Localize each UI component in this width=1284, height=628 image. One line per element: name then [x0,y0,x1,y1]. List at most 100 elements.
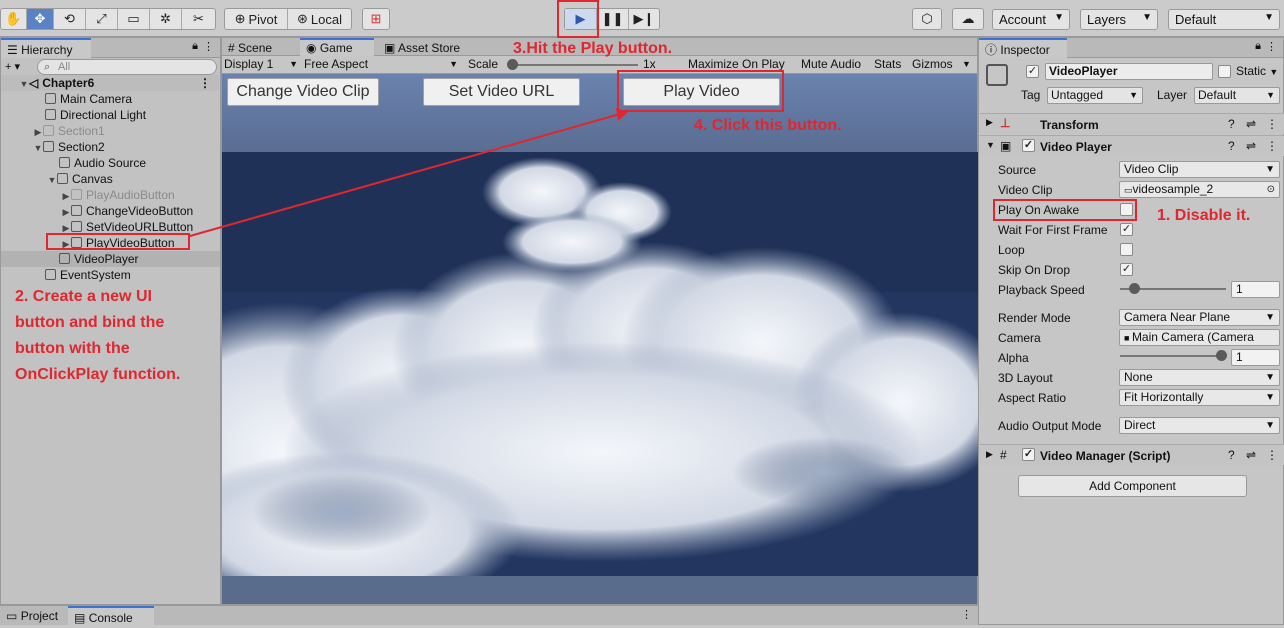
item-label: ChangeVideoButton [86,204,194,218]
gizmos-toggle[interactable]: Gizmos [912,56,953,72]
object-picker-icon[interactable]: ⊙ [1267,182,1275,197]
annotation-step4: 4. Click this button. [694,117,842,134]
playback-speed-slider-knob[interactable] [1129,283,1140,294]
aspect-dropdown[interactable]: Free Aspect ▼ [304,56,460,72]
kebab-menu-icon[interactable]: ⋮ [1266,448,1278,462]
skip-on-drop-checkbox[interactable]: ✓ [1120,263,1133,276]
video-manager-enabled-checkbox[interactable]: ✓ [1022,448,1035,461]
game-view-bottom [222,576,977,604]
video-manager-component-header[interactable]: ▶ # ✓ Video Manager (Script) ? ⇌ ⋮ [980,444,1284,465]
tab-asset-store[interactable]: ▣ Asset Store [378,38,478,58]
highlight-play-button [557,0,599,38]
chevron-down-icon: ▼ [1265,372,1275,383]
tab-game[interactable]: ◉ Game [300,38,374,56]
render-mode-dropdown[interactable]: Camera Near Plane ▼ [1119,309,1280,326]
scene-row[interactable]: ▼◁ Chapter6 ⋮ [1,75,219,91]
tab-project[interactable]: ▭ Project [0,606,66,626]
local-button[interactable]: ⊛ Local [288,9,351,29]
rect-tool-icon[interactable]: ▭ [118,9,150,29]
alpha-slider-track[interactable] [1120,355,1226,357]
chevron-down-icon: ▼ [1265,312,1275,323]
tab-scene-label: Scene [238,41,273,55]
hierarchy-item-audio-source[interactable]: Audio Source [1,155,219,171]
video-frame-image [222,152,978,576]
audio-output-value: Direct [1124,418,1156,432]
annotation-step2-line: button and bind the [15,314,165,331]
aspect-label: Free Aspect [304,57,369,71]
item-label: SetVideoURLButton [86,220,194,234]
custom-tool-icon[interactable]: ✂ [182,9,215,29]
source-dropdown[interactable]: Video Clip ▼ [1119,161,1280,178]
aspect-ratio-dropdown[interactable]: Fit Horizontally ▼ [1119,389,1280,406]
hierarchy-item-play-audio-button[interactable]: ▶ PlayAudioButton [1,187,219,203]
video-clip-field[interactable]: ▭videosample_2 ⊙ [1119,181,1280,198]
transform-tool-icon[interactable]: ✲ [150,9,182,29]
snap-group: ⊞ [362,8,390,30]
step-button[interactable]: ▶❙ [629,9,659,29]
pause-button[interactable]: ❚❚ [597,9,629,29]
hierarchy-item-section2[interactable]: ▼ Section2 [1,139,219,155]
hierarchy-item-main-camera[interactable]: Main Camera [1,91,219,107]
gameobject-icon [71,205,82,216]
annotation-step2-line: OnClickPlay function. [15,366,181,383]
item-label: Canvas [72,172,113,186]
search-placeholder: All [58,61,71,73]
wait-first-frame-checkbox[interactable]: ✓ [1120,223,1133,236]
move-tool-icon[interactable]: ✥ [27,9,54,29]
set-video-url-button[interactable]: Set Video URL [423,78,580,106]
chevron-down-icon: ▼ [1265,164,1275,175]
gameobject-icon [43,125,54,136]
camera-field[interactable]: ■ Main Camera (Camera [1119,329,1280,346]
scene-name: Chapter6 [42,76,95,90]
cloud-icon[interactable]: ☁ [953,9,983,29]
display-label: Display 1 [224,57,274,71]
preset-icon[interactable]: ⇌ [1246,448,1256,462]
hierarchy-tabbar: ☰ Hierarchy 🔒︎ ⋮ [1,38,220,58]
chevron-down-icon: ▼ [1265,392,1275,403]
alpha-input[interactable]: 1 [1231,349,1280,366]
aspect-ratio-value: Fit Horizontally [1124,390,1204,404]
local-label: Local [310,11,342,27]
kebab-menu-icon[interactable]: ⋮ [961,608,972,621]
tab-console[interactable]: ▤ Console [68,606,154,626]
rotate-tool-icon[interactable]: ⟲ [54,9,86,29]
hierarchy-item-change-video-button[interactable]: ▶ ChangeVideoButton [1,203,219,219]
hierarchy-search-input[interactable]: ⌕ All [37,59,217,75]
playback-speed-input[interactable]: 1 [1231,281,1280,298]
kebab-menu-icon[interactable]: ⋮ [203,40,214,53]
scale-tool-icon[interactable]: ⤢ [86,9,118,29]
kebab-menu-icon[interactable]: ⋮ [199,75,211,91]
scale-slider-track[interactable] [510,64,638,66]
mute-audio-toggle[interactable]: Mute Audio [801,56,861,72]
annotation-step2-line: button with the [15,340,130,357]
chevron-right-icon: ▶ [34,127,42,137]
hierarchy-item-section1[interactable]: ▶ Section1 [1,123,219,139]
lock-icon[interactable]: 🔒︎ [192,40,198,53]
layout-3d-dropdown[interactable]: None ▼ [1119,369,1280,386]
tab-scene[interactable]: # Scene [222,38,300,58]
stats-toggle[interactable]: Stats [874,56,901,72]
hand-tool-icon[interactable]: ✋ [1,9,27,29]
chevron-down-icon[interactable]: ▼ [962,56,971,72]
audio-output-dropdown[interactable]: Direct ▼ [1119,417,1280,434]
change-video-clip-button[interactable]: Change Video Clip [227,78,379,106]
alpha-slider-knob[interactable] [1216,350,1227,361]
help-icon[interactable]: ? [1228,448,1235,462]
hierarchy-item-canvas[interactable]: ▼ Canvas [1,171,219,187]
add-component-button[interactable]: Add Component [1018,475,1247,497]
collab-icon[interactable]: ⬡ [913,9,941,29]
tab-hierarchy[interactable]: ☰ Hierarchy [1,38,91,58]
pivot-button[interactable]: ⊕ Pivot [225,9,288,29]
display-dropdown[interactable]: Display 1 ▼ [224,56,300,72]
pivot-label: Pivot [248,11,278,27]
loop-checkbox[interactable] [1120,243,1133,256]
chevron-right-icon: ▶ [986,449,993,459]
annotation-step2-line: 2. Create a new UI [15,288,152,305]
hierarchy-item-event-system[interactable]: EventSystem [1,267,219,283]
hierarchy-item-video-player[interactable]: VideoPlayer [1,251,220,267]
item-label: Section1 [58,124,105,138]
grid-snap-icon[interactable]: ⊞ [363,9,389,29]
tab-project-label: Project [20,609,59,623]
unity-scene-icon: ◁ [29,76,39,90]
hierarchy-item-directional-light[interactable]: Directional Light [1,107,219,123]
